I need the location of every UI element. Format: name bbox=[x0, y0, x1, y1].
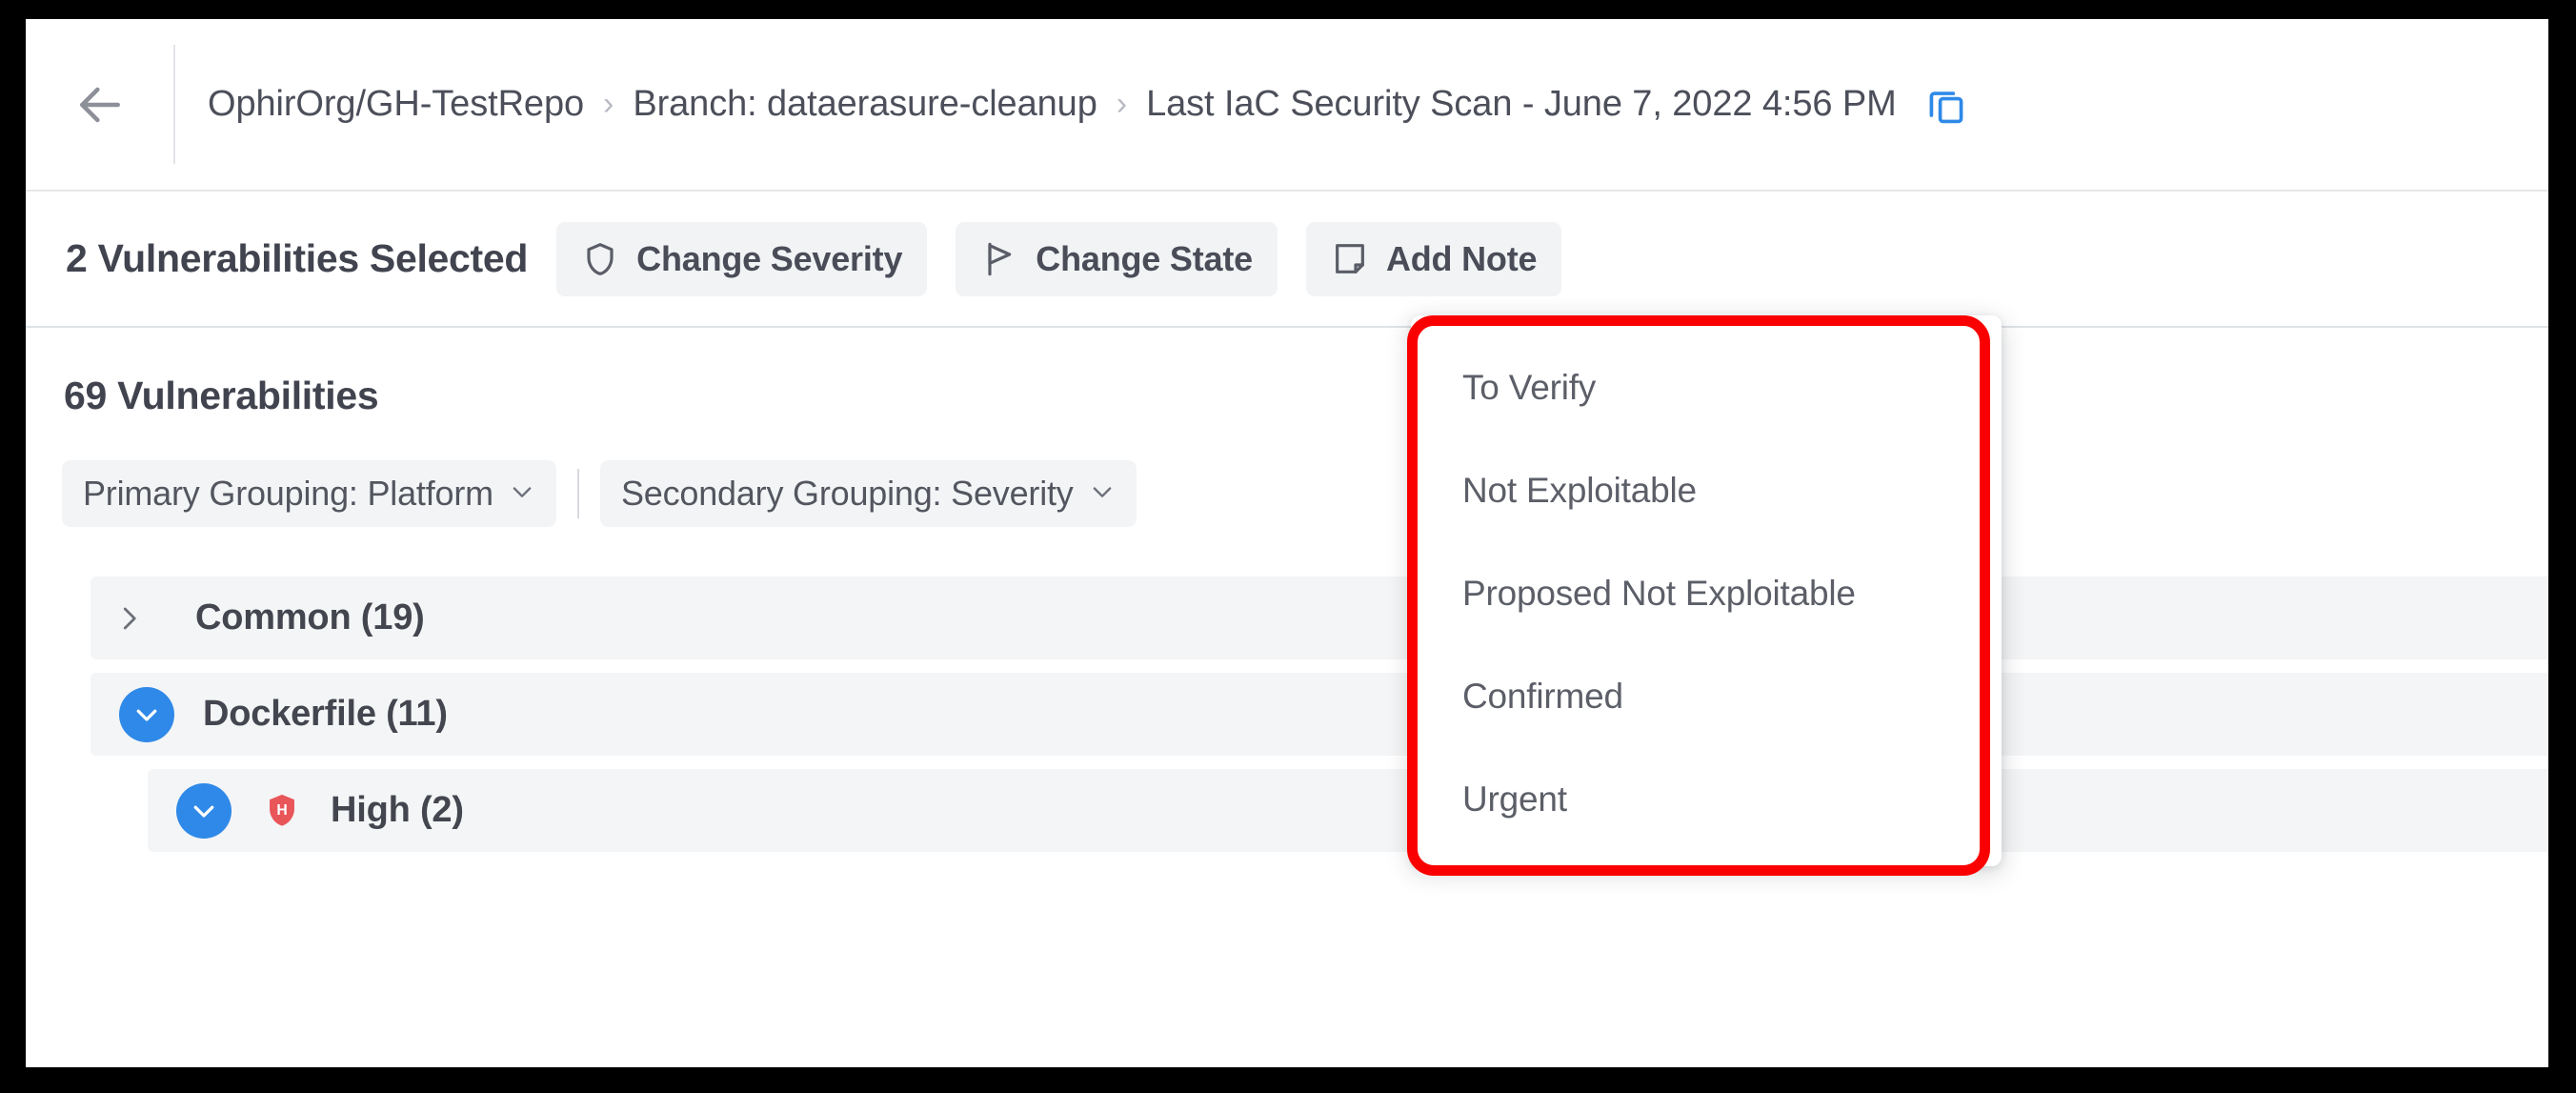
chevron-down-icon bbox=[1089, 478, 1116, 510]
grouping-controls: Primary Grouping: Platform Secondary Gro… bbox=[26, 418, 2548, 527]
group-row-label: High (2) bbox=[331, 790, 464, 830]
menu-item-to-verify[interactable]: To Verify bbox=[1411, 357, 2002, 418]
menu-item-urgent[interactable]: Urgent bbox=[1411, 769, 2002, 830]
breadcrumb-bar: OphirOrg/GH-TestRepo › Branch: dataerasu… bbox=[26, 19, 2548, 192]
change-state-menu: To Verify Not Exploitable Proposed Not E… bbox=[1411, 315, 2002, 866]
arrow-left-icon bbox=[70, 74, 131, 135]
breadcrumb-separator: › bbox=[1116, 86, 1128, 122]
secondary-grouping-dropdown[interactable]: Secondary Grouping: Severity bbox=[599, 460, 1137, 527]
chevron-down-icon[interactable] bbox=[119, 686, 174, 742]
primary-grouping-label: Primary Grouping: Platform bbox=[83, 474, 493, 513]
shield-icon bbox=[581, 240, 619, 278]
back-button[interactable] bbox=[26, 19, 173, 190]
flag-icon bbox=[980, 240, 1018, 278]
application-window: OphirOrg/GH-TestRepo › Branch: dataerasu… bbox=[26, 19, 2548, 1067]
selection-count-label: 2 Vulnerabilities Selected bbox=[66, 236, 529, 280]
group-row-high[interactable]: H High (2) bbox=[148, 769, 2548, 852]
chevron-down-icon[interactable] bbox=[176, 782, 231, 839]
bulk-action-toolbar: 2 Vulnerabilities Selected Change Severi… bbox=[26, 192, 2548, 328]
secondary-grouping-label: Secondary Grouping: Severity bbox=[620, 474, 1074, 513]
chevron-down-icon bbox=[509, 478, 535, 510]
group-row-label: Dockerfile (11) bbox=[203, 694, 448, 734]
primary-grouping-dropdown[interactable]: Primary Grouping: Platform bbox=[62, 460, 556, 527]
breadcrumb: OphirOrg/GH-TestRepo › Branch: dataerasu… bbox=[175, 84, 1967, 126]
group-row-label: Common (19) bbox=[195, 597, 425, 638]
change-state-label: Change State bbox=[1036, 238, 1253, 278]
breadcrumb-item-scan: Last IaC Security Scan - June 7, 2022 4:… bbox=[1146, 84, 1897, 124]
group-rows: Common (19) Dockerfile (11) H High (2) bbox=[26, 577, 2548, 852]
screenshot-frame: OphirOrg/GH-TestRepo › Branch: dataerasu… bbox=[0, 0, 2576, 1093]
add-note-label: Add Note bbox=[1385, 238, 1538, 278]
breadcrumb-item-branch[interactable]: Branch: dataerasure-cleanup bbox=[633, 84, 1097, 125]
menu-item-proposed-not-exploitable[interactable]: Proposed Not Exploitable bbox=[1411, 563, 2002, 624]
svg-text:H: H bbox=[276, 802, 287, 819]
menu-item-not-exploitable[interactable]: Not Exploitable bbox=[1411, 460, 2002, 521]
breadcrumb-item-repo[interactable]: OphirOrg/GH-TestRepo bbox=[208, 84, 584, 125]
vulnerability-list-panel: 69 Vulnerabilities Primary Grouping: Pla… bbox=[26, 328, 2548, 852]
group-row-common[interactable]: Common (19) bbox=[91, 577, 2548, 659]
copy-icon[interactable] bbox=[1925, 84, 1967, 126]
add-note-button[interactable]: Add Note bbox=[1305, 221, 1562, 296]
change-state-button[interactable]: Change State bbox=[956, 221, 1278, 296]
page-title: 69 Vulnerabilities bbox=[64, 374, 379, 417]
grouping-divider bbox=[576, 469, 579, 518]
note-icon bbox=[1331, 240, 1369, 278]
group-row-dockerfile[interactable]: Dockerfile (11) bbox=[91, 673, 2548, 756]
change-severity-label: Change Severity bbox=[636, 238, 903, 278]
change-severity-button[interactable]: Change Severity bbox=[556, 221, 928, 296]
breadcrumb-separator: › bbox=[603, 86, 614, 122]
severity-high-shield-icon: H bbox=[262, 791, 302, 831]
chevron-right-icon[interactable] bbox=[91, 604, 167, 633]
menu-item-confirmed[interactable]: Confirmed bbox=[1411, 666, 2002, 727]
